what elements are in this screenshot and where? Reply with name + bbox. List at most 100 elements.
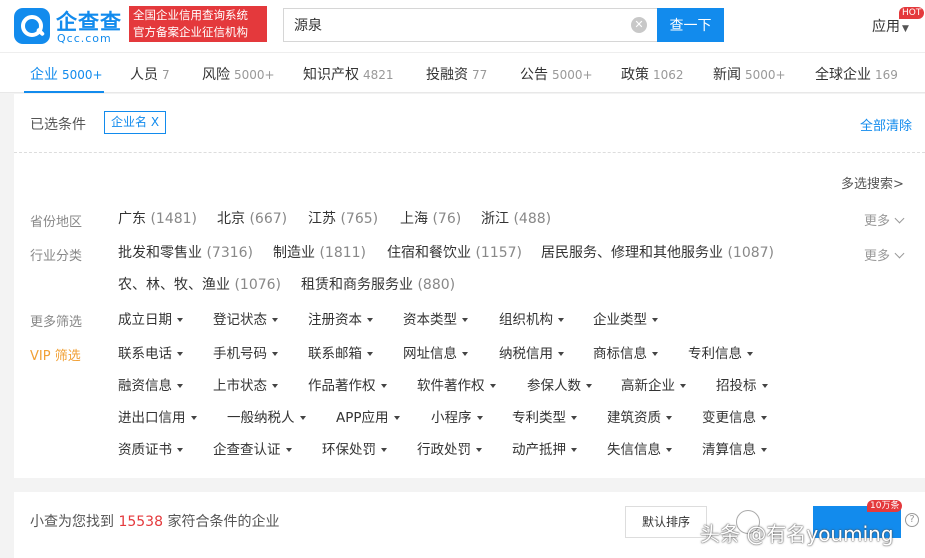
filter-dropdown[interactable]: 企查查认证 [213,438,292,458]
selected-condition-tag[interactable]: 企业名 X [104,111,167,134]
sort-dropdown-button[interactable]: 默认排序 [625,506,707,538]
dropdown-label: 注册资本 [308,312,362,328]
tab-company[interactable]: 企业 5000+ [30,64,103,84]
dropdown-label: 作品著作权 [308,378,376,394]
multi-select-search-link[interactable]: 多选搜索> [841,173,904,192]
filter-dropdown[interactable]: 组织机构 [499,308,564,328]
caret-down-icon [367,318,373,322]
industry-option[interactable]: 批发和零售业 (7316) [118,242,253,262]
filter-dropdown[interactable]: 专利信息 [688,342,753,362]
option-name: 批发和零售业 [118,245,202,261]
dashed-divider [14,152,925,153]
industry-option[interactable]: 制造业 (1811) [273,242,366,262]
industry-option[interactable]: 租赁和商务服务业 (880) [301,274,455,294]
filter-dropdown[interactable]: 作品著作权 [308,374,387,394]
filter-dropdown[interactable]: 注册资本 [308,308,373,328]
caret-down-icon [177,318,183,322]
filter-dropdown[interactable]: APP应用 [336,406,400,426]
region-option[interactable]: 广东 (1481) [118,208,197,228]
region-more-button[interactable]: 更多 [864,210,905,229]
industry-option[interactable]: 居民服务、修理和其他服务业 (1087) [541,242,774,262]
filter-dropdown[interactable]: 成立日期 [118,308,183,328]
filter-dropdown[interactable]: 建筑资质 [607,406,672,426]
active-tab-indicator [24,91,104,93]
slogan-line-2: 官方备案企业征信机构 [133,25,248,39]
more-label: 更多 [864,249,891,264]
option-name: 广东 [118,211,146,227]
search-button[interactable]: 查一下 [657,8,724,42]
help-icon[interactable]: ? [905,513,919,527]
filter-dropdown[interactable]: 融资信息 [118,374,183,394]
filter-dropdown[interactable]: 清算信息 [702,438,767,458]
tab-ip[interactable]: 知识产权 4821 [303,64,394,84]
tab-announcement[interactable]: 公告 5000+ [520,64,593,84]
tab-count: 5000+ [234,68,275,82]
chevron-down-icon [894,213,905,224]
region-option[interactable]: 上海 (76) [400,208,461,228]
tab-label: 企业 [30,67,58,83]
caret-down-icon [747,352,753,356]
filter-dropdown[interactable]: 行政处罚 [417,438,482,458]
filter-dropdown[interactable]: 动产抵押 [512,438,577,458]
filter-dropdown[interactable]: 联系电话 [118,342,183,362]
tab-label: 知识产权 [303,67,359,83]
region-option[interactable]: 北京 (667) [217,208,287,228]
tab-people[interactable]: 人员 7 [130,64,170,84]
industry-more-button[interactable]: 更多 [864,245,905,264]
caret-down-icon [285,448,292,452]
filter-dropdown[interactable]: 专利类型 [512,406,577,426]
filter-dropdown[interactable]: 网址信息 [403,342,468,362]
filter-dropdown[interactable]: 联系邮箱 [308,342,373,362]
tab-policy[interactable]: 政策 1062 [621,64,684,84]
filter-dropdown[interactable]: 纳税信用 [499,342,564,362]
clear-all-link[interactable]: 全部清除 [860,115,912,134]
caret-down-icon [761,384,768,388]
dropdown-label: 资本类型 [403,312,457,328]
region-option[interactable]: 江苏 (765) [308,208,378,228]
caret-down-icon [476,448,482,452]
dropdown-label: 招投标 [716,378,757,394]
caret-down-icon: ▼ [902,24,909,34]
dropdown-label: 变更信息 [702,410,756,426]
filter-dropdown[interactable]: 软件著作权 [417,374,496,394]
filter-dropdown[interactable]: 资本类型 [403,308,468,328]
option-name: 江苏 [308,211,336,227]
caret-down-icon [272,352,278,356]
filter-dropdown[interactable]: 企业类型 [593,308,658,328]
filter-dropdown[interactable]: 商标信息 [593,342,658,362]
tab-investment[interactable]: 投融资 77 [426,64,487,84]
filter-dropdown[interactable]: 手机号码 [213,342,278,362]
industry-option[interactable]: 住宿和餐饮业 (1157) [387,242,522,262]
qcc-logo[interactable]: 企查查 Qcc.com [14,6,124,46]
dropdown-label: APP应用 [336,410,389,426]
caret-down-icon [177,384,183,388]
filter-dropdown[interactable]: 资质证书 [118,438,183,458]
filter-dropdown[interactable]: 一般纳税人 [227,406,306,426]
filter-dropdown[interactable]: 登记状态 [213,308,278,328]
industry-label: 行业分类 [30,249,83,264]
apps-menu[interactable]: 应用 ▼ [872,16,909,36]
tab-global[interactable]: 全球企业 169 [815,64,898,84]
filter-dropdown[interactable]: 参保人数 [527,374,592,394]
apps-label: 应用 [872,19,900,35]
filter-dropdown[interactable]: 失信信息 [607,438,672,458]
filter-dropdown[interactable]: 上市状态 [213,374,278,394]
industry-option[interactable]: 农、林、牧、渔业 (1076) [118,274,281,294]
tab-risk[interactable]: 风险 5000+ [202,64,275,84]
dropdown-label: 行政处罚 [417,442,471,458]
option-count: (1481) [150,211,198,227]
filter-dropdown[interactable]: 小程序 [431,406,483,426]
filter-dropdown[interactable]: 环保处罚 [322,438,387,458]
region-option[interactable]: 浙江 (488) [481,208,551,228]
option-name: 住宿和餐饮业 [387,245,471,261]
caret-down-icon [177,448,183,452]
caret-down-icon [489,384,496,388]
filter-dropdown[interactable]: 变更信息 [702,406,767,426]
filter-dropdown[interactable]: 进出口信用 [118,406,197,426]
clear-search-icon[interactable]: ✕ [631,17,647,33]
filter-dropdown[interactable]: 高新企业 [621,374,686,394]
tab-news[interactable]: 新闻 5000+ [713,64,786,84]
search-input[interactable] [294,9,624,41]
option-name: 浙江 [481,211,509,227]
filter-dropdown[interactable]: 招投标 [716,374,768,394]
